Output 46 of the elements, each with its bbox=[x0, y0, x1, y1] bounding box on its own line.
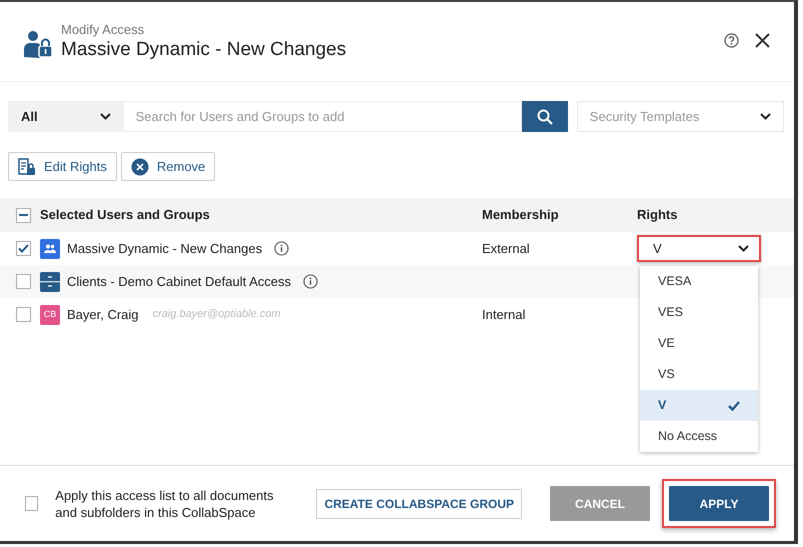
column-header: Rights bbox=[637, 206, 678, 224]
user-lock-icon bbox=[24, 30, 53, 59]
info-icon[interactable] bbox=[274, 241, 290, 256]
group-icon bbox=[40, 238, 60, 258]
edit-rights-button[interactable]: Edit Rights bbox=[8, 152, 117, 181]
member-name: Clients - Demo Cabinet Default Access bbox=[67, 272, 291, 291]
document-lock-icon bbox=[18, 158, 36, 176]
dialog-title: Massive Dynamic - New Changes bbox=[61, 38, 346, 62]
remove-button[interactable]: Remove bbox=[120, 152, 216, 181]
dash-icon bbox=[19, 214, 28, 216]
column-header: Membership bbox=[482, 206, 560, 224]
chevron-icon bbox=[760, 113, 771, 120]
info-icon[interactable] bbox=[302, 274, 318, 289]
membership-text: Internal bbox=[482, 306, 526, 322]
check-icon bbox=[18, 244, 29, 253]
remove-icon bbox=[130, 158, 149, 176]
rights-option[interactable]: VS bbox=[640, 359, 758, 390]
checkbox[interactable] bbox=[25, 496, 38, 511]
checkbox[interactable] bbox=[16, 241, 31, 256]
member-email: craig.bayer@optiable.com bbox=[152, 307, 280, 322]
create-group-button[interactable]: CREATE COLLABSPACE GROUP bbox=[316, 488, 522, 518]
dialog-subtitle: Modify Access bbox=[61, 22, 146, 38]
chevron-icon bbox=[100, 113, 111, 120]
search-field[interactable]: Search for Users and Groups to add bbox=[124, 101, 522, 132]
checkbox[interactable] bbox=[16, 274, 31, 289]
check-icon bbox=[728, 400, 740, 410]
user-avatar: CB bbox=[40, 304, 60, 324]
rights-option[interactable]: V bbox=[640, 390, 758, 421]
rights-option[interactable]: VESA bbox=[640, 266, 758, 297]
select-all-checkbox[interactable] bbox=[16, 208, 31, 222]
cabinet-icon bbox=[40, 272, 60, 292]
apply-all-label: Apply this access list to all documents and subfolders in this CollabSpace bbox=[55, 486, 274, 520]
rights-option[interactable]: VE bbox=[640, 328, 758, 359]
rights-dropdown[interactable]: V bbox=[637, 235, 761, 262]
apply-button[interactable]: APPLY bbox=[669, 486, 769, 521]
member-name: Bayer, Craig bbox=[67, 306, 139, 324]
rights-option[interactable]: VES bbox=[640, 297, 758, 328]
chevron-icon bbox=[738, 245, 749, 252]
search-icon bbox=[536, 108, 553, 124]
scope-dropdown[interactable]: All bbox=[8, 101, 124, 132]
member-name: Massive Dynamic - New Changes bbox=[67, 240, 262, 258]
column-header: Selected Users and Groups bbox=[40, 206, 211, 224]
rights-option[interactable]: No Access bbox=[640, 421, 758, 452]
checkbox[interactable] bbox=[16, 307, 31, 322]
membership-text: External bbox=[482, 240, 530, 256]
search-button[interactable] bbox=[522, 101, 568, 132]
